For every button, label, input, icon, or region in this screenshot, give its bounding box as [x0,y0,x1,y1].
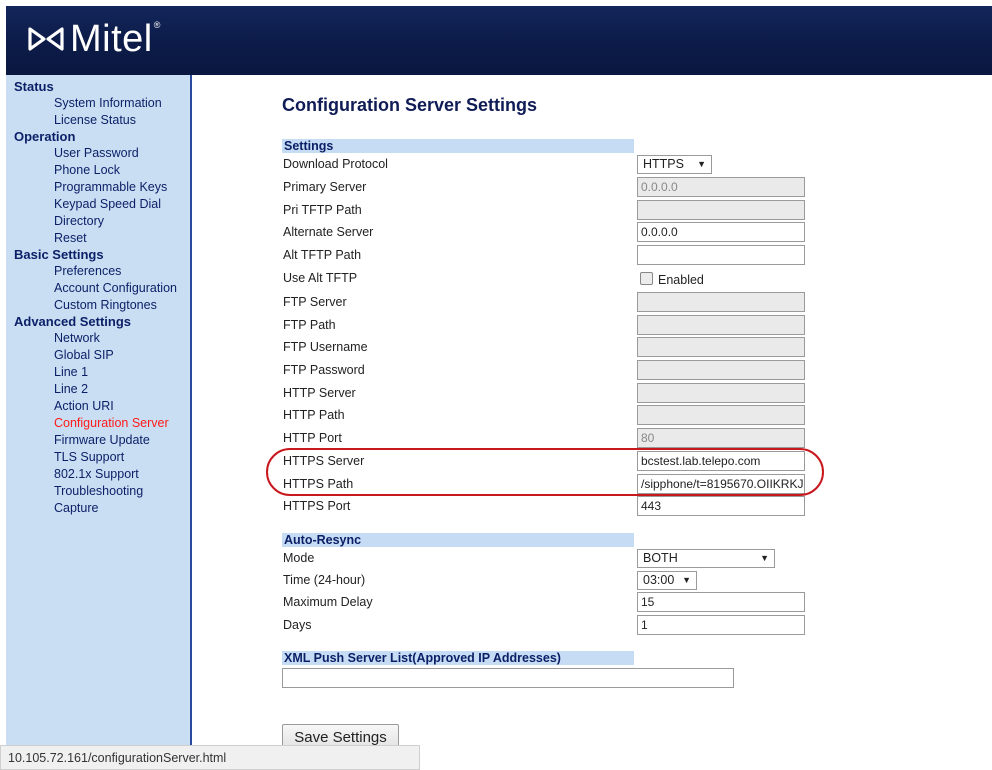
https-server-label: HTTPS Server [283,454,365,468]
http-server-label: HTTP Server [283,386,356,400]
registered-mark: ® [153,20,161,30]
alternate-server-label: Alternate Server [283,225,374,239]
sidebar-item-line-2[interactable]: Line 2 [6,381,190,398]
days-label: Days [283,618,312,632]
mitel-logo[interactable]: Mitel ® [26,20,160,58]
ftp-username-label: FTP Username [283,340,368,354]
time-label: Time (24-hour) [283,573,366,587]
dropdown-arrow-icon: ▼ [682,575,691,585]
mode-label: Mode [283,551,315,565]
https-port-label: HTTPS Port [283,499,351,513]
sidebar-item-reset[interactable]: Reset [6,230,190,247]
ftp-username-field[interactable] [637,337,805,357]
alt-tftp-path-field[interactable] [637,245,805,265]
page-title: Configuration Server Settings [282,95,538,115]
ftp-path-label: FTP Path [283,318,336,332]
sidebar-item-user-password[interactable]: User Password [6,145,190,162]
sidebar-section-basic-settings: Basic Settings [14,247,104,262]
dropdown-arrow-icon: ▼ [697,159,706,169]
sidebar-item-phone-lock[interactable]: Phone Lock [6,162,190,179]
header-bar: Mitel ® [6,6,992,75]
download-protocol-select[interactable]: HTTPS ▼ [637,155,712,174]
use-alt-tftp-enabled-label: Enabled [658,273,704,287]
sidebar-nav: Status System Information License Status… [6,75,192,770]
brand-name: Mitel [70,18,153,60]
https-port-field[interactable]: 443 [637,496,805,516]
sidebar-item-license-status[interactable]: License Status [6,112,190,129]
http-path-label: HTTP Path [283,408,345,422]
time-select[interactable]: 03:00 ▼ [637,571,697,590]
xml-push-section-heading: XML Push Server List(Approved IP Address… [282,651,634,665]
http-path-field[interactable] [637,405,805,425]
sidebar-item-capture[interactable]: Capture [6,500,190,517]
mode-select[interactable]: BOTH ▼ [637,549,775,568]
sidebar-item-global-sip[interactable]: Global SIP [6,347,190,364]
download-protocol-value: HTTPS [643,157,684,171]
dropdown-arrow-icon: ▼ [760,553,769,563]
sidebar-item-line-1[interactable]: Line 1 [6,364,190,381]
auto-resync-section-heading: Auto-Resync [282,533,634,547]
xml-push-server-list-field[interactable] [282,668,734,688]
maximum-delay-label: Maximum Delay [283,595,373,609]
pri-tftp-path-field[interactable] [637,200,805,220]
sidebar-item-custom-ringtones[interactable]: Custom Ringtones [6,297,190,314]
sidebar-section-operation: Operation [14,129,76,144]
use-alt-tftp-label: Use Alt TFTP [283,271,358,285]
maximum-delay-field[interactable]: 15 [637,592,805,612]
sidebar-item-tls-support[interactable]: TLS Support [6,449,190,466]
primary-server-field[interactable]: 0.0.0.0 [637,177,805,197]
sidebar-item-programmable-keys[interactable]: Programmable Keys [6,179,190,196]
mitel-logo-icon [28,27,64,51]
https-path-label: HTTPS Path [283,477,354,491]
sidebar-item-troubleshooting[interactable]: Troubleshooting [6,483,190,500]
ftp-server-field[interactable] [637,292,805,312]
pri-tftp-path-label: Pri TFTP Path [283,203,362,217]
sidebar-item-preferences[interactable]: Preferences [6,263,190,280]
ftp-server-label: FTP Server [283,295,347,309]
sidebar-item-keypad-speed-dial[interactable]: Keypad Speed Dial [6,196,190,213]
sidebar-section-advanced-settings: Advanced Settings [14,314,132,329]
download-protocol-label: Download Protocol [283,157,388,171]
sidebar-item-system-information[interactable]: System Information [6,95,190,112]
sidebar-section-status: Status [14,79,54,94]
use-alt-tftp-checkbox[interactable] [640,272,653,285]
sidebar-item-network[interactable]: Network [6,330,190,347]
settings-section-heading: Settings [282,139,634,153]
browser-status-bar: 10.105.72.161/configurationServer.html [0,745,420,770]
sidebar-item-8021x-support[interactable]: 802.1x Support [6,466,190,483]
primary-server-label: Primary Server [283,180,367,194]
alt-tftp-path-label: Alt TFTP Path [283,248,362,262]
sidebar-item-configuration-server[interactable]: Configuration Server [6,415,190,432]
http-port-field[interactable]: 80 [637,428,805,448]
https-server-field[interactable]: bcstest.lab.telepo.com [637,451,805,471]
sidebar-item-directory[interactable]: Directory [6,213,190,230]
sidebar-item-firmware-update[interactable]: Firmware Update [6,432,190,449]
sidebar-item-account-configuration[interactable]: Account Configuration [6,280,190,297]
ftp-password-label: FTP Password [283,363,365,377]
time-value: 03:00 [643,573,675,587]
http-server-field[interactable] [637,383,805,403]
days-field[interactable]: 1 [637,615,805,635]
mode-value: BOTH [643,551,678,565]
sidebar-item-action-uri[interactable]: Action URI [6,398,190,415]
alternate-server-field[interactable]: 0.0.0.0 [637,222,805,242]
https-path-field[interactable]: /sipphone/t=8195670.OIIKRKJ [637,474,805,494]
ftp-path-field[interactable] [637,315,805,335]
ftp-password-field[interactable] [637,360,805,380]
http-port-label: HTTP Port [283,431,342,445]
